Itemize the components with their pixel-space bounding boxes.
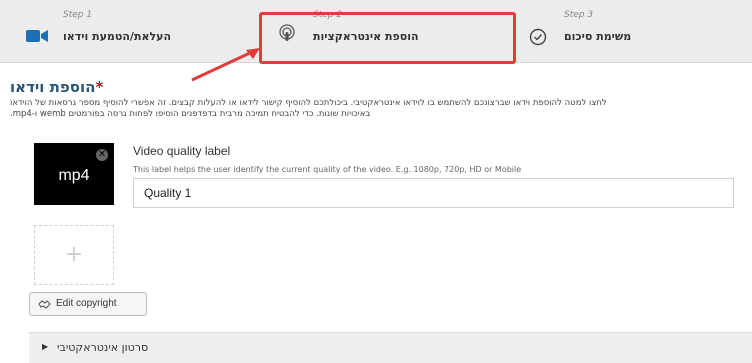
video-camera-icon	[26, 28, 48, 47]
interactive-video-section-toggle[interactable]: ▶ סרטון אינטראקטיבי	[29, 332, 752, 363]
video-file-thumbnail[interactable]: ✕ mp4	[34, 143, 114, 205]
video-quality-label: Video quality label	[133, 144, 231, 158]
section-description: לחצו למטה להוספת וידאו שברצונכם להשתמש ב…	[10, 98, 740, 120]
plus-icon: +	[64, 242, 84, 267]
step-highlight-box	[259, 12, 516, 64]
edit-copyright-button[interactable]: Edit copyright	[29, 292, 147, 316]
remove-video-icon[interactable]: ✕	[96, 149, 108, 161]
video-quality-input[interactable]	[133, 178, 734, 208]
edit-copyright-label: Edit copyright	[56, 298, 117, 309]
interactive-video-label: סרטון אינטראקטיבי	[57, 341, 149, 354]
step-title: משימת סיכום	[564, 30, 632, 43]
video-quality-help: This label helps the user identify the c…	[133, 165, 522, 174]
check-circle-icon	[529, 28, 547, 50]
description-line: באיכויות שונות. כדי להבטיח תמיכה מרבית ב…	[10, 109, 371, 119]
chevron-right-icon: ▶	[42, 342, 49, 351]
add-video-button[interactable]: +	[34, 225, 114, 285]
required-marker: *	[95, 78, 104, 96]
video-format-label: mp4	[58, 167, 90, 184]
step-number: Step 1	[63, 10, 93, 20]
section-title: הוספת וידאו	[10, 78, 96, 96]
description-line: לחצו למטה להוספת וידאו שברצונכם להשתמש ב…	[10, 98, 607, 108]
step-title: העלאת/הטמעת וידאו	[63, 30, 172, 43]
step-number: Step 3	[564, 10, 594, 20]
annotation-arrow-icon	[191, 48, 260, 82]
step-summary-task[interactable]: Step 3 משימת סיכום	[520, 0, 752, 62]
section-heading: הוספת וידאו*	[10, 78, 103, 96]
handshake-icon	[38, 299, 51, 312]
